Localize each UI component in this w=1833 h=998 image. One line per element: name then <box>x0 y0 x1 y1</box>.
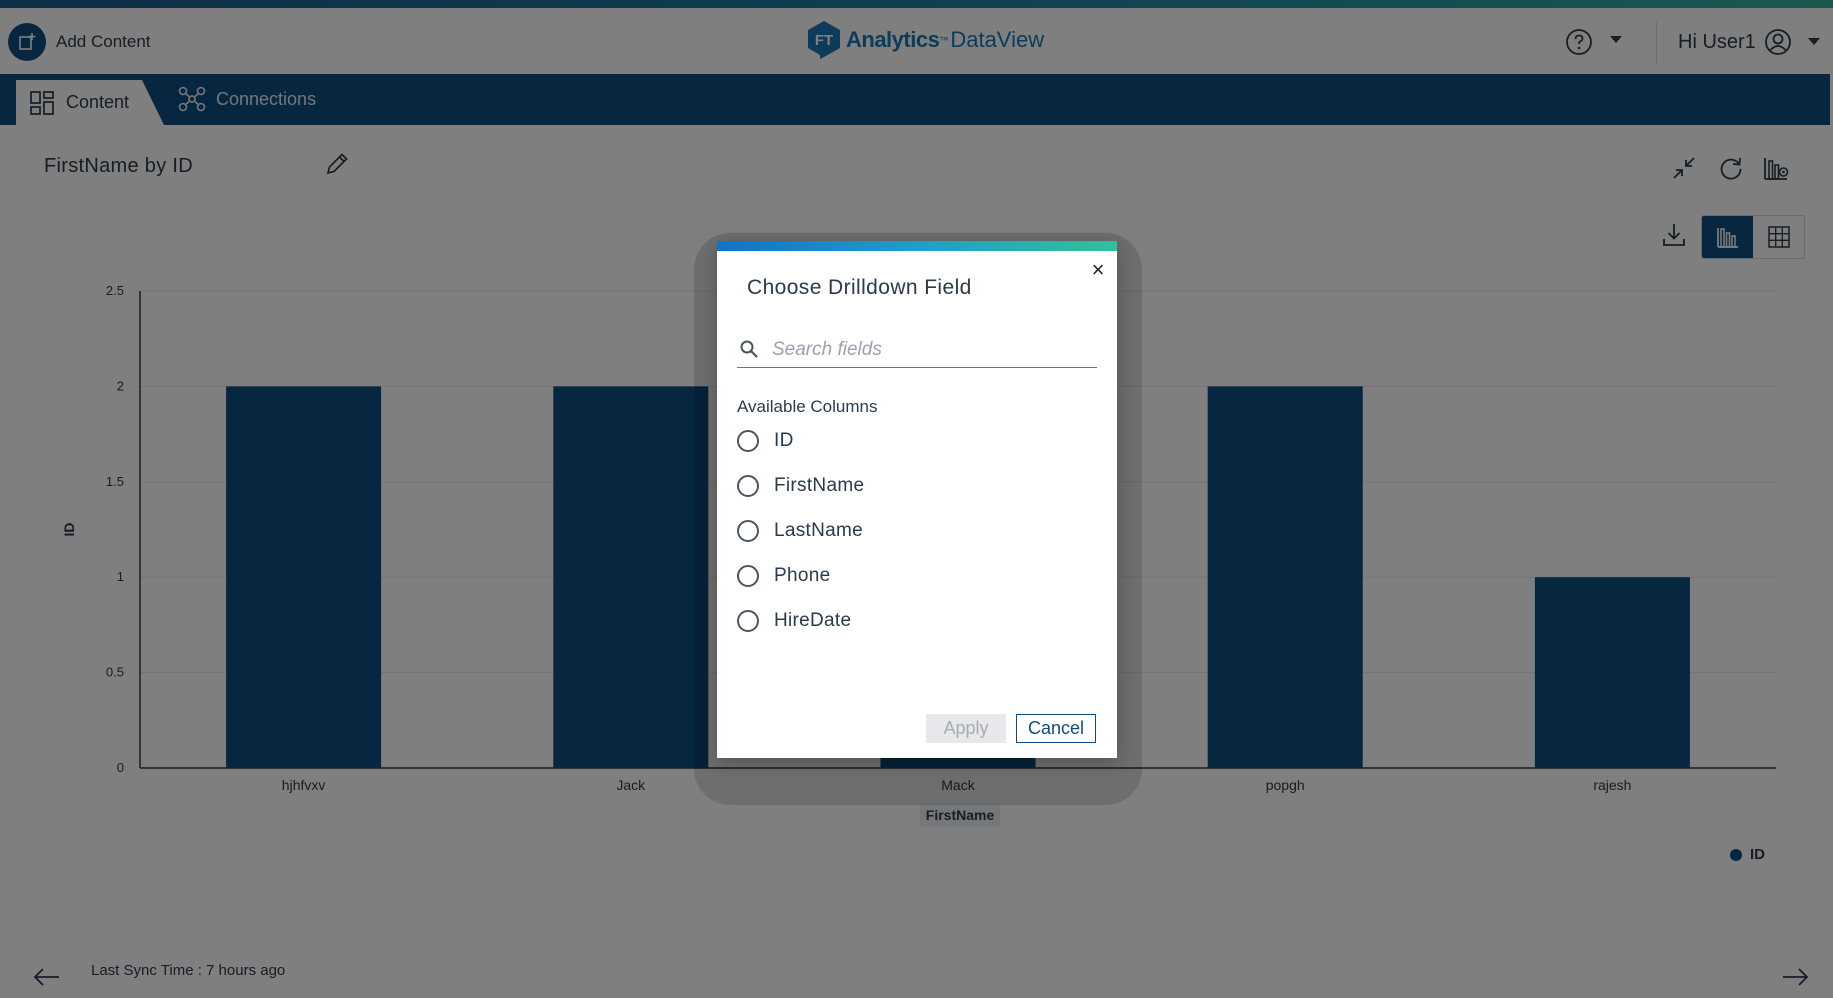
column-option-id[interactable]: ID <box>737 430 794 452</box>
column-option-label: ID <box>774 430 794 451</box>
column-option-label: LastName <box>774 520 863 541</box>
column-option-hiredate[interactable]: HireDate <box>737 610 851 632</box>
cancel-button[interactable]: Cancel <box>1016 714 1096 743</box>
radio-button[interactable] <box>737 610 759 632</box>
radio-button[interactable] <box>737 475 759 497</box>
column-option-lastname[interactable]: LastName <box>737 520 863 542</box>
column-option-label: Phone <box>774 565 831 586</box>
radio-button[interactable] <box>737 520 759 542</box>
close-icon[interactable]: × <box>1087 259 1109 281</box>
drilldown-dialog: × Choose Drilldown Field Available Colum… <box>717 241 1117 758</box>
dialog-accent-bar <box>717 241 1117 251</box>
apply-button[interactable]: Apply <box>926 714 1006 743</box>
search-icon <box>740 340 758 358</box>
radio-button[interactable] <box>737 430 759 452</box>
radio-button[interactable] <box>737 565 759 587</box>
dialog-title: Choose Drilldown Field <box>747 276 972 299</box>
column-option-label: HireDate <box>774 610 852 631</box>
search-input[interactable] <box>770 335 1094 365</box>
available-columns-label: Available Columns <box>737 397 878 416</box>
column-option-label: FirstName <box>774 475 865 496</box>
app-window: Add Content FT Analytics ™ DataView Hi U… <box>0 0 1833 998</box>
column-option-firstname[interactable]: FirstName <box>737 475 864 497</box>
search-field <box>737 333 1097 368</box>
column-option-phone[interactable]: Phone <box>737 565 830 587</box>
